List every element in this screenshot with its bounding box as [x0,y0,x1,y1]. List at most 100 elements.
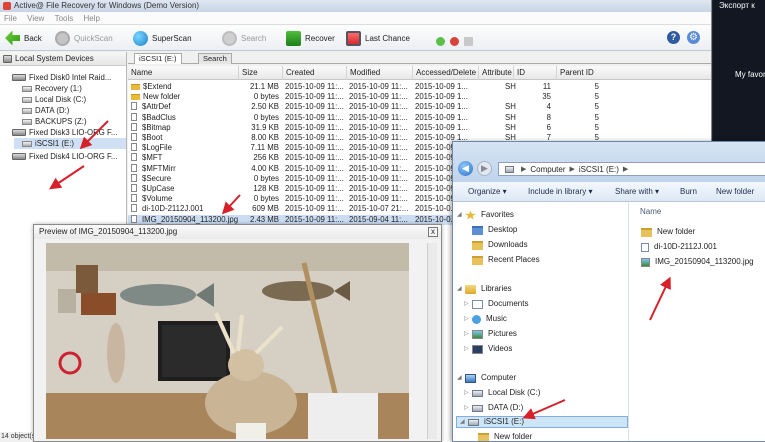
superscan-button[interactable]: SuperScan [133,29,192,47]
new-folder-button[interactable]: New folder [716,187,754,197]
expand-icon: ▷ [464,301,469,307]
tree-item-disk3[interactable]: Fixed Disk3 LIO-ORG F... [12,127,117,138]
col-name[interactable]: Name [128,66,239,80]
help-icon[interactable]: ? [667,31,680,44]
table-row[interactable]: $AttrDef 2.50 KB 2015-10-09 11:... 2015-10-… [128,102,711,112]
col-modified[interactable]: Modified [347,66,413,80]
tree-item-backups[interactable]: BACKUPS (Z:) [22,116,87,127]
file-name: $Extend [143,82,172,91]
cell-modified: 2015-10-09 11:... [349,112,408,122]
properties-icon[interactable] [464,37,473,46]
tree-item-disk0[interactable]: Fixed Disk0 Intel Raid... [12,72,111,83]
menu-tools[interactable]: Tools [51,12,78,25]
search-icon [222,30,237,46]
menu-view[interactable]: View [23,12,48,25]
downloads-icon [472,240,483,250]
expand-icon: ▷ [464,390,469,396]
breadcrumb-iscsi1[interactable]: iSCSI1 (E:) [579,163,619,176]
nav-data[interactable]: ▷ DATA (D:) [464,402,523,414]
folder-icon [478,432,489,441]
back-arrow-icon[interactable]: ◀ [458,161,473,176]
col-parent-id[interactable]: Parent ID [557,66,711,80]
cell-size: 31.9 KB [251,122,279,132]
remove-icon[interactable] [450,37,459,46]
quickscan-icon [55,30,70,46]
add-icon[interactable] [436,37,445,46]
col-accessed[interactable]: Accessed/Delete [413,66,479,80]
breadcrumb-computer[interactable]: Computer [530,163,565,176]
documents-icon [472,299,483,309]
forward-arrow-icon[interactable]: ▶ [477,161,492,176]
tree-item-local-disk[interactable]: Local Disk (C:) [22,94,86,105]
tab-search[interactable]: Search [198,53,232,64]
file-icon [131,102,137,111]
quickscan-button[interactable]: QuickScan [55,29,113,47]
content-item-di-file[interactable]: di-10D-2112J.001 [641,241,717,253]
file-name: di-10D-2112J.001 [142,204,204,214]
share-with-button[interactable]: Share with ▾ [615,187,659,197]
status-bar: 14 object(s) [0,432,38,442]
table-row[interactable]: $BadClus 0 bytes 2015-10-09 11:... 2015-10-… [128,112,711,123]
content-column-name[interactable]: Name [640,206,661,218]
explorer-content-pane: Name New folder di-10D-2112J.001 IMG_201… [630,202,765,441]
nav-downloads[interactable]: Downloads [472,239,528,251]
nav-videos[interactable]: ▷ Videos [464,343,512,355]
nav-documents[interactable]: ▷ Documents [464,298,528,310]
recover-button[interactable]: Recover [286,29,335,47]
content-item-img[interactable]: IMG_20150904_113200.jpg [641,256,754,268]
nav-pictures[interactable]: ▷ Pictures [464,328,517,340]
preview-image [46,243,409,439]
nav-favorites[interactable]: ◢ Favorites [457,209,514,221]
close-icon[interactable]: x [428,227,438,237]
table-row[interactable]: $Extend 21.1 MB 2015-10-09 11:... 2015-10-0… [128,82,711,92]
tree-item-recovery[interactable]: Recovery (1:) [22,83,82,94]
nav-local-disk[interactable]: ▷ Local Disk (C:) [464,387,540,399]
cell-size: 21.1 MB [249,82,279,91]
table-row[interactable]: New folder 0 bytes 2015-10-09 11:... 2015-1… [128,92,711,102]
nav-iscsi1[interactable]: ◢ iSCSI1 (E:) [456,416,628,428]
nav-new-folder[interactable]: New folder [478,431,532,441]
search-button[interactable]: Search [222,29,266,47]
cell-size: 7.11 MB [250,143,279,153]
volume-icon [22,118,32,125]
tree-item-disk4[interactable]: Fixed Disk4 LIO-ORG F... [12,151,117,162]
content-item-new-folder[interactable]: New folder [641,226,695,238]
nav-computer[interactable]: ◢ Computer [457,372,516,384]
col-created[interactable]: Created [283,66,347,80]
col-attribute[interactable]: Attribute [479,66,514,80]
tree-item-data[interactable]: DATA (D:) [22,105,69,116]
window-title: Active@ File Recovery for Windows (Demo … [0,0,711,12]
tree-item-iscsi1[interactable]: iSCSI1 (E:) [14,138,126,149]
search-label: Search [241,33,267,43]
col-id[interactable]: ID [514,66,557,80]
organize-button[interactable]: Organize ▾ [468,187,507,197]
settings-gear-icon[interactable]: ⚙ [687,31,700,44]
tab-iscsi1[interactable]: iSCSI1 (E:) [134,53,182,64]
cell-modified: 2015-10-09 11:... [349,163,408,173]
nav-label: Computer [481,373,517,382]
nav-libraries[interactable]: ◢ Libraries [457,283,512,295]
col-size[interactable]: Size [239,66,283,80]
nav-label: Recent Places [488,255,540,264]
cell-size: 256 KB [253,153,279,163]
cell-name: $Bitmap [131,122,239,133]
nav-recent[interactable]: Recent Places [472,254,540,266]
cell-accessed: 2015-10-09 1... [415,112,468,122]
back-button[interactable]: Back [5,29,42,47]
nav-label: Desktop [488,225,518,234]
nav-desktop[interactable]: Desktop [472,224,517,236]
background-window: Экспорт к My favorit [713,0,765,142]
menu-help[interactable]: Help [79,12,103,25]
address-bar[interactable]: ▶ Computer ▶ iSCSI1 (E:) ▶ [498,162,765,176]
nav-music[interactable]: ▷ Music [464,313,507,325]
cell-name: $AttrDef [131,102,239,112]
table-row[interactable]: $Bitmap 31.9 KB 2015-10-09 11:... 2015-10-0… [128,122,711,133]
burn-button[interactable]: Burn [680,187,697,197]
menu-file[interactable]: File [0,12,21,25]
file-name: $Boot [142,133,163,142]
include-in-library-button[interactable]: Include in library ▾ [528,187,593,197]
last-chance-button[interactable]: Last Chance [346,29,410,47]
preview-scrollbar[interactable] [427,243,437,439]
cell-created: 2015-10-09 11:... [285,153,344,163]
nav-label: Downloads [488,240,528,249]
